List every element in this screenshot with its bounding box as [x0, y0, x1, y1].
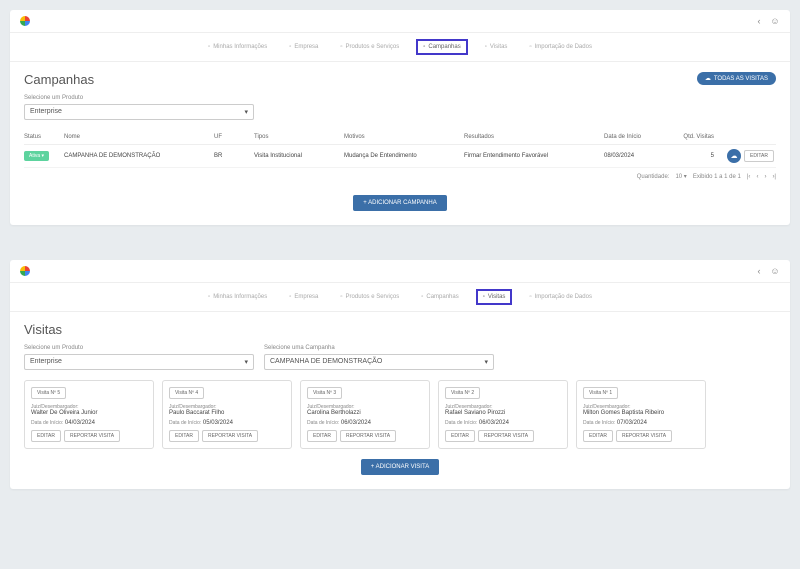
back-icon[interactable]: ‹ [754, 16, 764, 26]
visita-card: Visita Nº 5Juiz/Desembargador:Walter De … [24, 380, 154, 449]
edit-button[interactable]: EDITAR [307, 430, 337, 442]
tab-empresa[interactable]: ▫Empresa [284, 39, 323, 55]
juiz-name: Walter De Oliveira Junior [31, 410, 147, 416]
table-row: Ativa ▾ CAMPANHA DE DEMONSTRAÇÃO BR Visi… [24, 145, 776, 168]
product-select[interactable]: Enterprise▾ [24, 354, 254, 370]
page-next-icon[interactable]: › [764, 174, 766, 180]
visita-card: Visita Nº 3Juiz/Desembargador:Carolina B… [300, 380, 430, 449]
tabs-nav: ▫Minhas Informações ▫Empresa ▫Produtos e S… [10, 33, 790, 62]
logo-icon [20, 266, 30, 276]
visita-number-badge: Visita Nº 4 [169, 387, 204, 399]
edit-button[interactable]: EDITAR [31, 430, 61, 442]
visita-number-badge: Visita Nº 1 [583, 387, 618, 399]
cloud-icon: ☁ [705, 75, 711, 82]
campanhas-panel: ‹ ☺ ▫Minhas Informações ▫Empresa ▫Produtos… [10, 10, 790, 225]
visitas-panel: ‹ ☺ ▫Minhas Informações ▫Empresa ▫Produtos… [10, 260, 790, 489]
topbar: ‹ ☺ [10, 10, 790, 33]
tab-minhas-informa-es[interactable]: ▫Minhas Informações [203, 39, 272, 55]
tab-minhas-informa-es[interactable]: ▫Minhas Informações [203, 289, 272, 305]
tab-icon: ▫ [485, 44, 487, 50]
reportar-button[interactable]: REPORTAR VISITA [64, 430, 120, 442]
edit-button[interactable]: EDITAR [169, 430, 199, 442]
select-label: Selecione um Produto [24, 345, 254, 351]
tab-produtos-e-servi-os[interactable]: ▫Produtos e Serviços [335, 289, 404, 305]
edit-button[interactable]: EDITAR [445, 430, 475, 442]
select-label: Selecione uma Campanha [264, 345, 494, 351]
page-title: Visitas [24, 322, 776, 337]
reportar-button[interactable]: REPORTAR VISITA [202, 430, 258, 442]
tab-icon: ▫ [423, 44, 425, 50]
logo-icon [20, 16, 30, 26]
chevron-down-icon: ▾ [244, 358, 248, 366]
edit-button[interactable]: EDITAR [583, 430, 613, 442]
reportar-button[interactable]: REPORTAR VISITA [478, 430, 534, 442]
user-icon[interactable]: ☺ [770, 266, 780, 276]
tab-produtos-e-servi-os[interactable]: ▫Produtos e Serviços [335, 39, 404, 55]
visita-number-badge: Visita Nº 5 [31, 387, 66, 399]
topbar: ‹ ☺ [10, 260, 790, 283]
product-select[interactable]: Enterprise▾ [24, 104, 254, 120]
tab-campanhas[interactable]: ▫Campanhas [416, 39, 468, 55]
chevron-down-icon: ▾ [484, 358, 488, 366]
add-campanha-button[interactable]: + ADICIONAR CAMPANHA [353, 195, 446, 211]
user-icon[interactable]: ☺ [770, 16, 780, 26]
select-label: Selecione um Produto [24, 95, 776, 101]
status-badge: Ativa ▾ [24, 151, 49, 161]
back-icon[interactable]: ‹ [754, 266, 764, 276]
page-first-icon[interactable]: |‹ [747, 174, 751, 180]
tab-icon: ▫ [289, 44, 291, 50]
juiz-name: Carolina Bertholazzi [307, 410, 423, 416]
tab-icon: ▫ [340, 294, 342, 300]
visita-number-badge: Visita Nº 2 [445, 387, 480, 399]
tab-importa-o-de-dados[interactable]: ▫Importação de Dados [524, 39, 597, 55]
reportar-button[interactable]: REPORTAR VISITA [340, 430, 396, 442]
tab-icon: ▫ [208, 294, 210, 300]
tab-campanhas[interactable]: ▫Campanhas [416, 289, 464, 305]
tab-icon: ▫ [340, 44, 342, 50]
tab-icon: ▫ [529, 44, 531, 50]
juiz-name: Paulo Baccarat Filho [169, 410, 285, 416]
tab-visitas[interactable]: ▫Visitas [476, 289, 513, 305]
tab-icon: ▫ [208, 44, 210, 50]
juiz-name: Rafael Saviano Pirozzi [445, 410, 561, 416]
page-size-select[interactable]: 10 ▾ [675, 173, 686, 180]
download-icon[interactable]: ☁ [727, 149, 741, 163]
tab-icon: ▫ [483, 294, 485, 300]
page-title: Campanhas [24, 72, 776, 87]
page-last-icon[interactable]: ›| [772, 174, 776, 180]
reportar-button[interactable]: REPORTAR VISITA [616, 430, 672, 442]
pager: Quantidade: 10 ▾ Exibido 1 a 1 de 1 |‹ ‹… [24, 168, 776, 185]
tab-icon: ▫ [421, 294, 423, 300]
visita-card: Visita Nº 1Juiz/Desembargador:Milton Gom… [576, 380, 706, 449]
visita-card: Visita Nº 4Juiz/Desembargador:Paulo Bacc… [162, 380, 292, 449]
campanha-select[interactable]: CAMPANHA DE DEMONSTRAÇÃO▾ [264, 354, 494, 370]
tab-empresa[interactable]: ▫Empresa [284, 289, 323, 305]
tabs-nav: ▫Minhas Informações ▫Empresa ▫Produtos e S… [10, 283, 790, 312]
visita-card: Visita Nº 2Juiz/Desembargador:Rafael Sav… [438, 380, 568, 449]
tab-icon: ▫ [529, 294, 531, 300]
tab-visitas[interactable]: ▫Visitas [480, 39, 513, 55]
table-header: Status Nome UF Tipos Motivos Resultados … [24, 130, 776, 145]
visita-number-badge: Visita Nº 3 [307, 387, 342, 399]
page-prev-icon[interactable]: ‹ [756, 174, 758, 180]
tab-importa-o-de-dados[interactable]: ▫Importação de Dados [524, 289, 597, 305]
tab-icon: ▫ [289, 294, 291, 300]
edit-button[interactable]: EDITAR [744, 150, 774, 162]
todas-visitas-button[interactable]: ☁TODAS AS VISITAS [697, 72, 776, 85]
chevron-down-icon: ▾ [244, 108, 248, 116]
juiz-name: Milton Gomes Baptista Ribeiro [583, 410, 699, 416]
add-visita-button[interactable]: + ADICIONAR VISITA [361, 459, 439, 475]
